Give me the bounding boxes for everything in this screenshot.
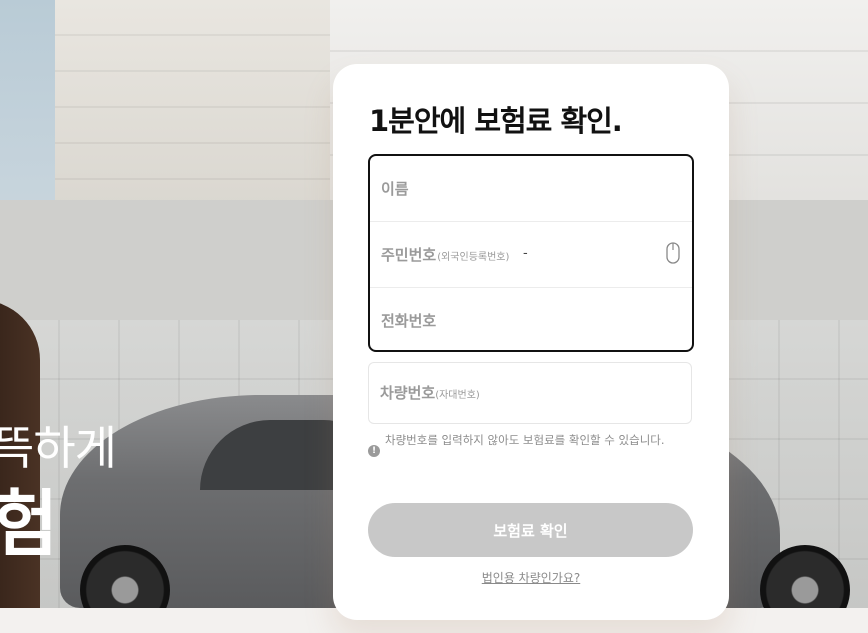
- car-number-notice: ! 차량번호를 입력하지 않아도 보험료를 확인할 수 있습니다.: [368, 433, 668, 457]
- ssn-label-text: 주민번호: [381, 246, 437, 264]
- car-number-field[interactable]: 차량번호(자대번호): [368, 362, 692, 424]
- mouse-icon[interactable]: [666, 242, 680, 264]
- hero-line-2: 험: [0, 482, 58, 566]
- phone-field[interactable]: 전화번호: [370, 288, 692, 350]
- name-field[interactable]: 이름: [370, 156, 692, 222]
- quote-card: 1분안에 보험료 확인. 이름 주민번호(외국인등록번호) - 전화번호 차량번…: [333, 64, 729, 620]
- info-icon: !: [368, 445, 380, 457]
- name-label: 이름: [381, 180, 409, 198]
- card-title: 1분안에 보험료 확인.: [369, 104, 623, 138]
- car-number-label: 차량번호(자대번호): [380, 382, 480, 403]
- personal-info-group: 이름 주민번호(외국인등록번호) - 전화번호: [368, 154, 694, 352]
- ssn-separator: -: [523, 246, 528, 261]
- ssn-field[interactable]: 주민번호(외국인등록번호) -: [370, 222, 692, 288]
- phone-label: 전화번호: [381, 312, 437, 330]
- building-left: [55, 0, 355, 220]
- ssn-sub-label: (외국인등록번호): [437, 252, 510, 263]
- car-label-text: 차량번호: [380, 384, 436, 402]
- corporate-vehicle-link[interactable]: 법인용 차량인가요?: [333, 569, 729, 586]
- car-sub-label: (자대번호): [435, 390, 480, 401]
- check-premium-button[interactable]: 보험료 확인: [368, 503, 693, 557]
- ssn-label: 주민번호(외국인등록번호): [381, 244, 509, 265]
- notice-text: 차량번호를 입력하지 않아도 보험료를 확인할 수 있습니다.: [385, 433, 665, 447]
